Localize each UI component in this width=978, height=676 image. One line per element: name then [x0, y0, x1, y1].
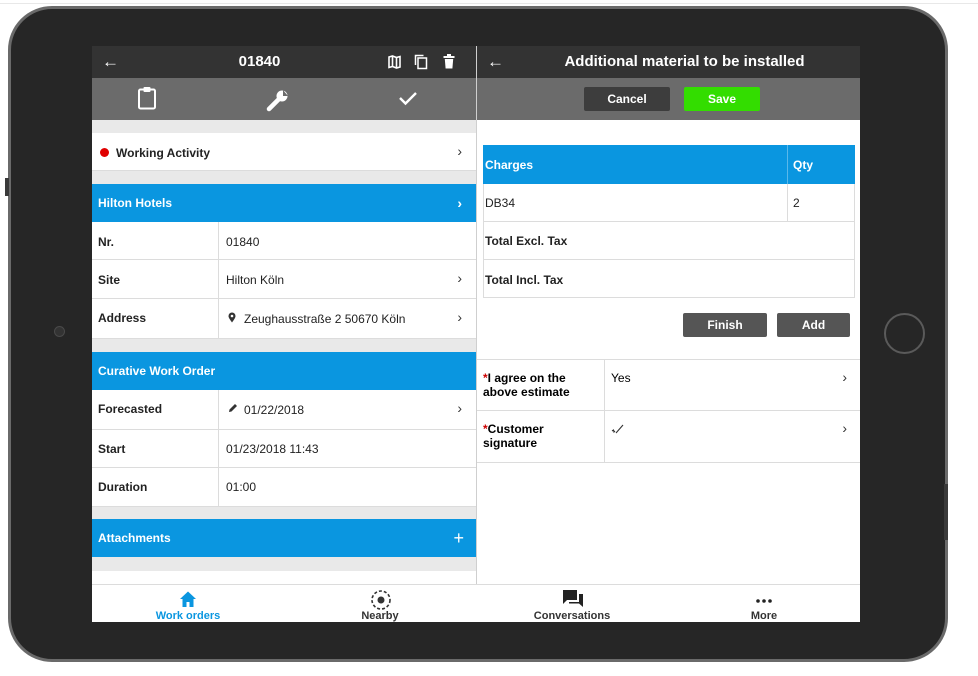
add-button[interactable]: Add	[777, 313, 850, 337]
chevron-right-icon: ›	[842, 420, 847, 436]
signature-label: *Customer signature	[483, 422, 544, 450]
finish-button[interactable]: Finish	[683, 313, 767, 337]
field-label: Duration	[98, 480, 148, 494]
chevron-right-icon: ›	[842, 369, 847, 385]
table-cell-qty: 2	[793, 196, 800, 210]
field-row-address[interactable]: Address Zeughausstraße 2 50670 Köln ›	[92, 299, 476, 339]
material-panel: ← Additional material to be installed Ca…	[476, 46, 860, 584]
status-row[interactable]: Working Activity ›	[92, 133, 476, 171]
workorder-header: ← 01840	[92, 46, 476, 78]
field-row-start: Start 01/23/2018 11:43	[92, 430, 476, 468]
field-value: Hilton Köln	[226, 273, 285, 287]
field-value: 01840	[226, 235, 260, 249]
front-camera	[54, 326, 65, 337]
tablet-side-button	[5, 178, 9, 196]
check-icon[interactable]	[398, 90, 418, 106]
nav-more[interactable]: More	[668, 585, 860, 622]
home-button[interactable]	[884, 313, 925, 354]
customer-signature-row[interactable]: *Customer signature ›	[477, 411, 860, 463]
nav-label: More	[750, 610, 778, 622]
home-icon	[178, 589, 198, 609]
workorder-toolbar	[92, 78, 476, 120]
table-cell-charge: DB34	[485, 196, 516, 210]
field-label: Start	[98, 442, 126, 456]
column-header-charges: Charges	[485, 158, 534, 172]
workorder-section-title: Curative Work Order	[98, 364, 216, 378]
field-label: Forecasted	[98, 402, 163, 416]
browser-top-strip	[0, 0, 978, 4]
field-value: Zeughausstraße 2 50670 Köln	[244, 312, 406, 326]
field-row-duration: Duration 01:00	[92, 468, 476, 507]
table-row: Total Excl. Tax	[484, 222, 854, 260]
map-icon[interactable]	[388, 55, 401, 69]
status-label: Working Activity	[116, 146, 211, 160]
customer-section-title: Hilton Hotels	[98, 196, 172, 210]
field-row-nr: Nr. 01840	[92, 222, 476, 260]
material-header: ← Additional material to be installed	[477, 46, 860, 78]
agree-label: *I agree on the above estimate	[483, 371, 570, 399]
column-header-qty: Qty	[793, 158, 814, 172]
chevron-right-icon: ›	[457, 400, 462, 416]
app-screen: ← 01840 Working Activity › Hilton Hotels…	[92, 46, 860, 622]
trash-icon[interactable]	[443, 54, 455, 69]
table-row[interactable]: DB34 2	[484, 184, 854, 222]
field-label: Nr.	[98, 235, 115, 249]
field-value: 01:00	[226, 480, 257, 494]
back-arrow-icon[interactable]: ←	[102, 46, 119, 78]
add-attachment-button[interactable]: +	[453, 519, 464, 557]
location-pin-icon	[228, 312, 236, 323]
field-label: Address	[98, 311, 147, 325]
field-label: Site	[98, 273, 121, 287]
chevron-right-icon: ›	[457, 143, 462, 159]
save-button[interactable]: Save	[684, 87, 760, 111]
chat-icon	[562, 589, 583, 609]
agree-estimate-row[interactable]: *I agree on the above estimate Yes ›	[477, 359, 860, 411]
wrench-icon[interactable]	[266, 88, 290, 112]
signature-scribble-icon	[611, 424, 625, 434]
charges-table: Charges Qty DB34 2 Total Excl. Tax Total…	[483, 145, 855, 298]
field-row-forecasted[interactable]: Forecasted 01/22/2018 ›	[92, 390, 476, 430]
table-header-row: Charges Qty	[483, 145, 855, 184]
cancel-button[interactable]: Cancel	[584, 87, 670, 111]
back-arrow-icon[interactable]: ←	[487, 46, 504, 78]
workorder-panel: ← 01840 Working Activity › Hilton Hotels…	[92, 46, 476, 584]
chevron-right-icon: ›	[457, 270, 462, 286]
chevron-right-icon: ›	[457, 309, 462, 325]
material-title: Additional material to be installed	[564, 53, 805, 70]
bottom-nav: Work orders Nearby Conversations More	[92, 584, 860, 622]
total-excl-label: Total Excl. Tax	[485, 234, 568, 248]
tablet-volume-button	[944, 484, 948, 540]
customer-section-header[interactable]: Hilton Hotels ›	[92, 184, 476, 222]
total-incl-label: Total Incl. Tax	[485, 273, 564, 287]
agree-value: Yes	[611, 371, 631, 385]
field-value: 01/22/2018	[244, 403, 305, 417]
material-toolbar: Cancel Save	[477, 78, 860, 120]
workorder-title: 01840	[238, 53, 281, 70]
more-icon	[754, 589, 774, 609]
table-body: DB34 2 Total Excl. Tax Total Incl. Tax	[483, 184, 855, 298]
nav-work-orders[interactable]: Work orders	[92, 585, 284, 622]
nav-label: Conversations	[533, 610, 611, 622]
list-item	[92, 571, 476, 584]
table-row: Total Incl. Tax	[484, 260, 854, 297]
clipboard-icon[interactable]	[137, 86, 157, 110]
field-value: 01/23/2018 11:43	[226, 442, 319, 456]
attachments-section-header: Attachments +	[92, 519, 476, 557]
pencil-icon	[228, 403, 238, 413]
copy-icon[interactable]	[414, 54, 428, 70]
attachments-section-title: Attachments	[98, 531, 171, 545]
workorder-section-header: Curative Work Order	[92, 352, 476, 390]
status-dot	[100, 148, 109, 157]
nav-label: Nearby	[361, 610, 399, 622]
field-row-site[interactable]: Site Hilton Köln ›	[92, 260, 476, 299]
chevron-right-icon: ›	[457, 195, 462, 211]
target-icon	[370, 589, 391, 610]
nav-nearby[interactable]: Nearby	[284, 585, 476, 622]
nav-conversations[interactable]: Conversations	[476, 585, 668, 622]
nav-label: Work orders	[155, 610, 221, 622]
